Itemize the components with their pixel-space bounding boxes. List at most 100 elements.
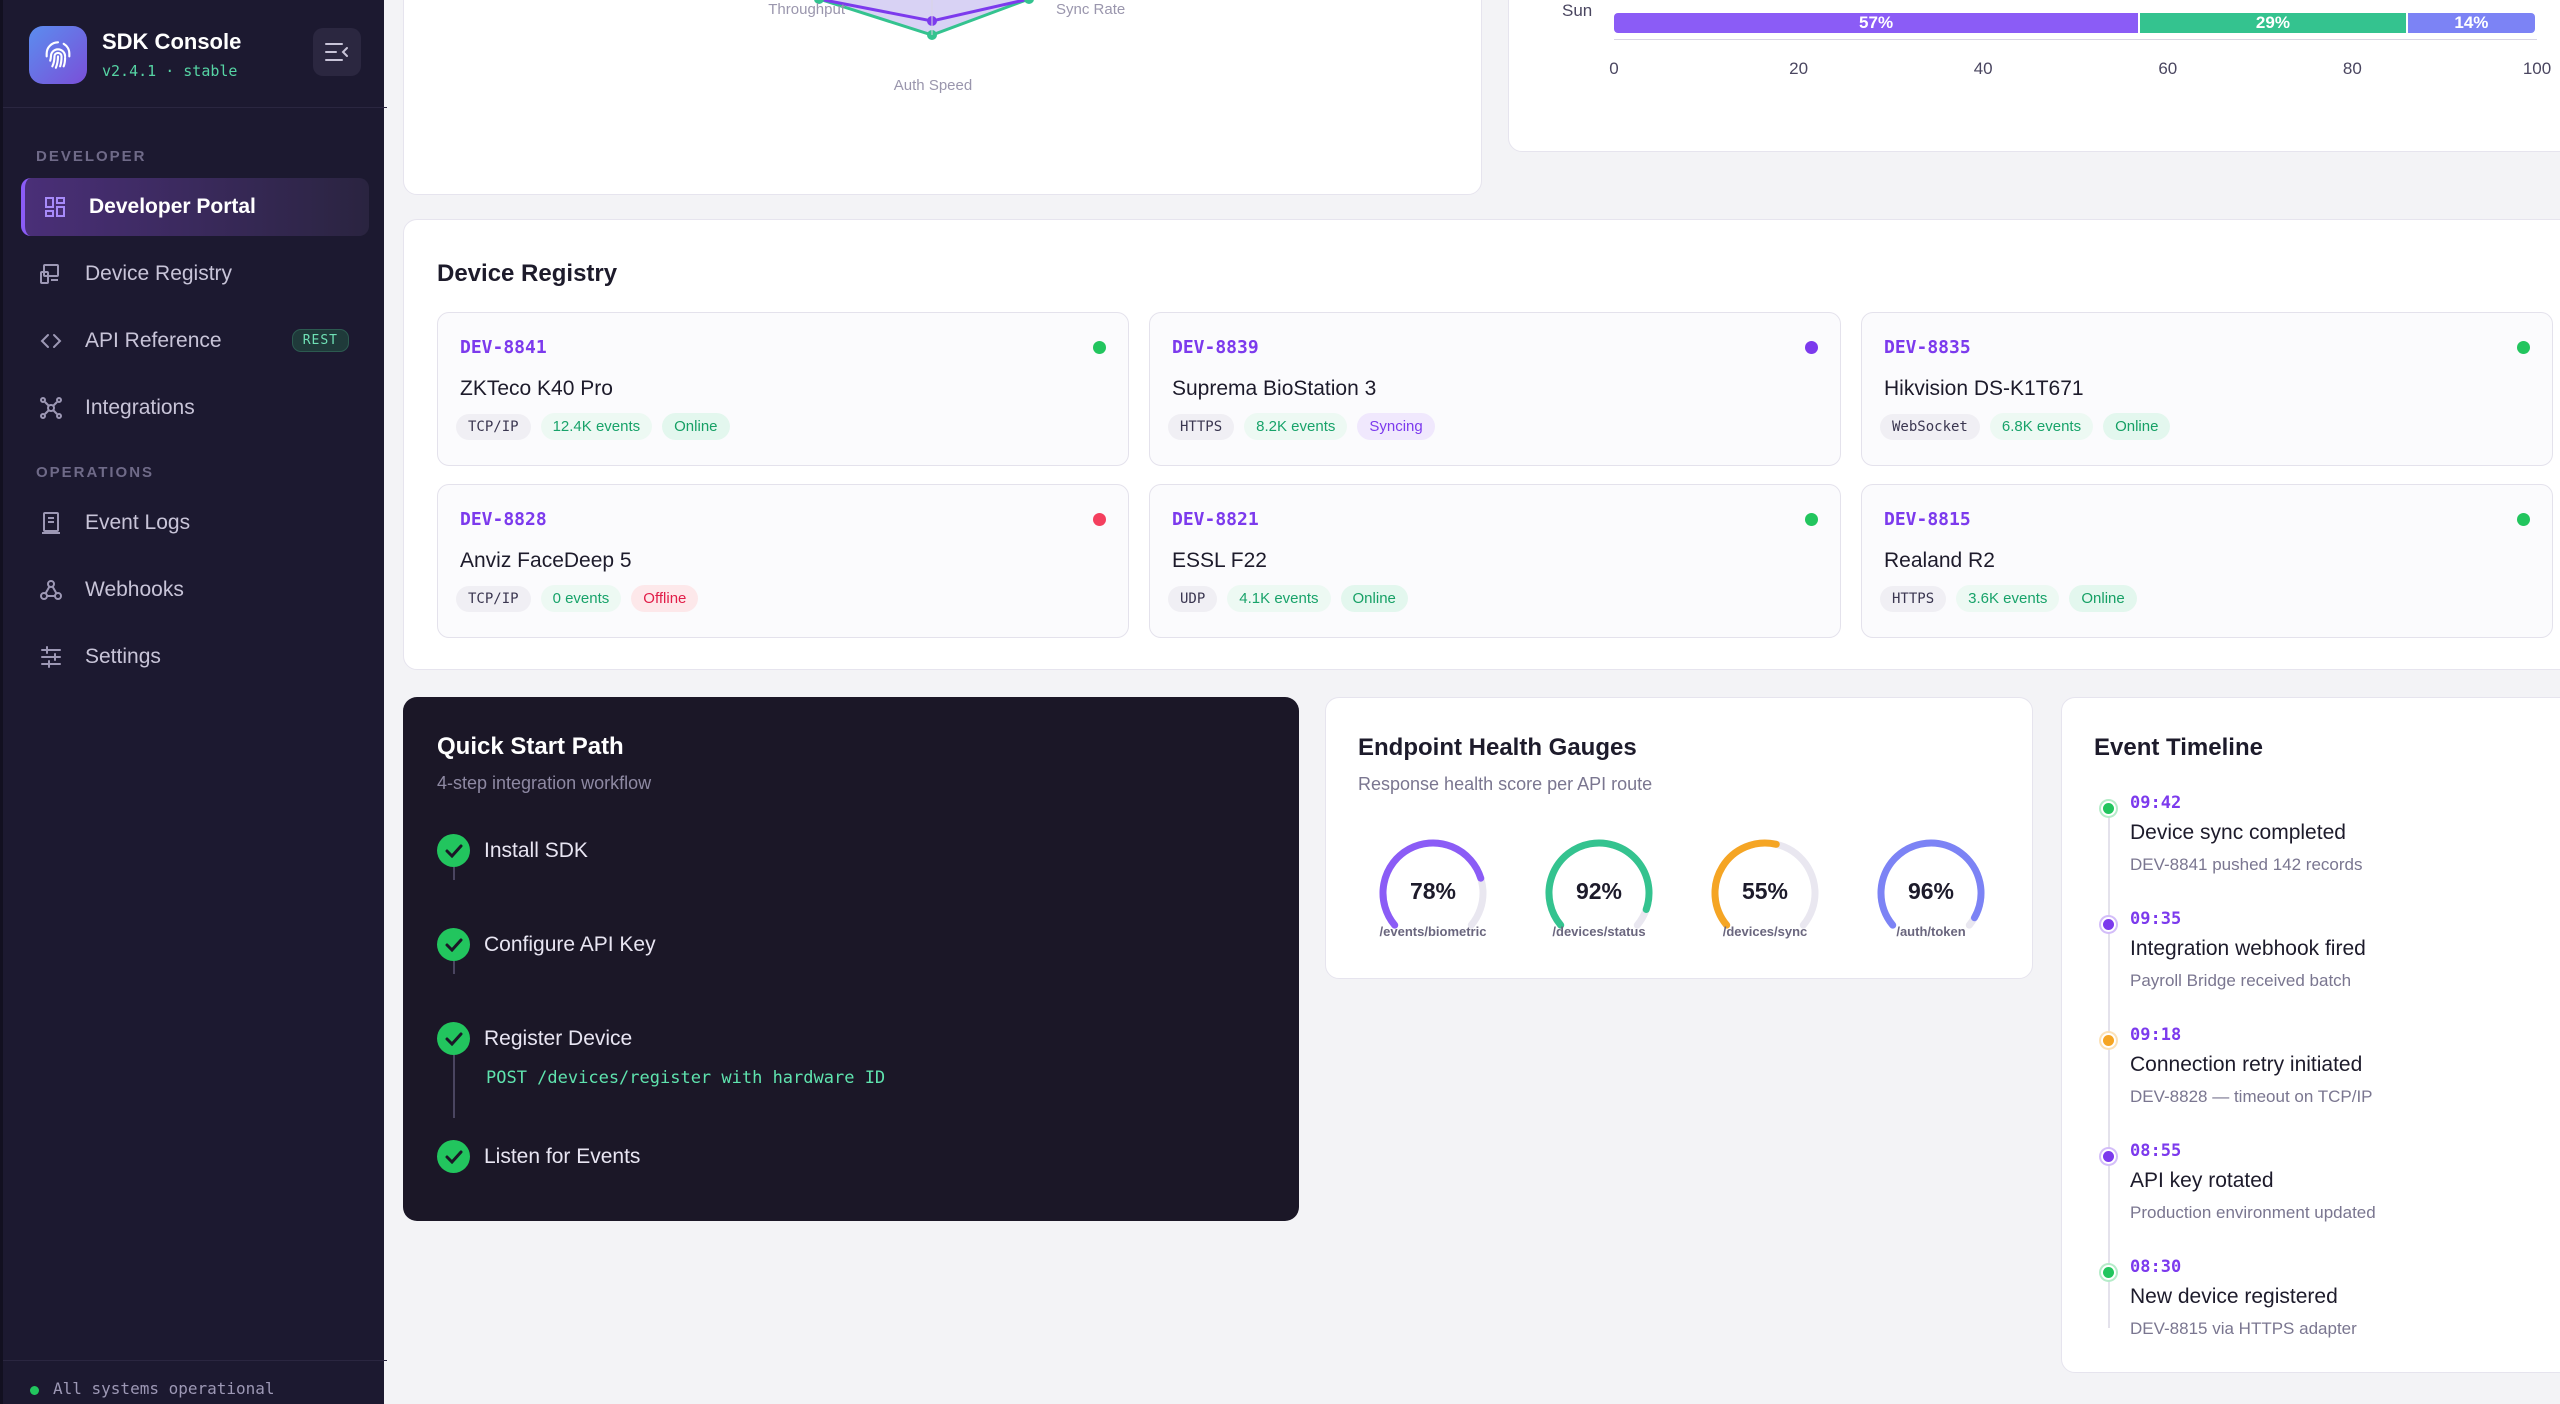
sidebar-item-label: Webhooks bbox=[85, 578, 184, 601]
quick-start-step[interactable]: Install SDK bbox=[437, 834, 588, 867]
gauge-value: 55% bbox=[1741, 878, 1789, 904]
event-description: DEV-8841 pushed 142 records bbox=[2130, 855, 2363, 874]
sidebar-item-integrations[interactable]: Integrations bbox=[21, 379, 369, 437]
device-status-dot bbox=[1093, 341, 1106, 354]
timeline-dot-icon bbox=[2099, 1147, 2118, 1166]
event-time: 08:55 bbox=[2130, 1141, 2182, 1161]
endpoint-health-card: Endpoint Health Gauges Response health s… bbox=[1325, 697, 2033, 979]
endpoint-gauge[interactable]: 78% /events/biometric bbox=[1368, 833, 1498, 943]
device-name: ESSL F22 bbox=[1172, 549, 1267, 572]
device-name: Hikvision DS-K1T671 bbox=[1884, 377, 2084, 400]
device-id: DEV-8821 bbox=[1172, 509, 1259, 530]
gauge-value: 78% bbox=[1409, 878, 1457, 904]
status-badge: Online bbox=[1340, 585, 1408, 612]
sidebar-item-settings[interactable]: Settings bbox=[21, 628, 369, 686]
quick-start-card: Quick Start Path 4-step integration work… bbox=[403, 697, 1299, 1221]
check-icon bbox=[437, 1140, 470, 1173]
sidebar-item-api-reference[interactable]: API Reference REST bbox=[21, 312, 369, 370]
timeline-dot-icon bbox=[2099, 799, 2118, 818]
protocol-tag: WebSocket bbox=[1880, 413, 1980, 440]
dashboard-icon bbox=[45, 197, 65, 217]
collapse-sidebar-button[interactable] bbox=[313, 28, 361, 76]
device-card[interactable]: DEV-8835 Hikvision DS-K1T671 WebSocket 6.8K… bbox=[1861, 312, 2553, 466]
x-tick-label: 0 bbox=[1609, 59, 1619, 78]
device-card[interactable]: DEV-8821 ESSL F22 UDP 4.1K events Online bbox=[1149, 484, 1841, 638]
event-description: Production environment updated bbox=[2130, 1203, 2376, 1222]
device-tags: UDP 4.1K events Online bbox=[1168, 585, 1408, 612]
status-badge: Online bbox=[662, 413, 730, 440]
device-status-dot bbox=[1093, 513, 1106, 526]
endpoint-health-subtitle: Response health score per API route bbox=[1358, 774, 1653, 794]
quick-start-step[interactable]: Register Device bbox=[437, 1022, 632, 1055]
event-description: DEV-8828 — timeout on TCP/IP bbox=[2130, 1087, 2373, 1106]
x-tick-label: 100 bbox=[2522, 59, 2552, 78]
sidebar-item-label: Settings bbox=[85, 645, 161, 668]
protocol-tag: UDP bbox=[1168, 585, 1218, 612]
device-tags: WebSocket 6.8K events Online bbox=[1880, 413, 2171, 440]
device-card[interactable]: DEV-8815 Realand R2 HTTPS 3.6K events Online bbox=[1861, 484, 2553, 638]
system-status-text: All systems operational bbox=[53, 1379, 275, 1398]
event-time: 09:42 bbox=[2130, 793, 2182, 813]
device-card[interactable]: DEV-8839 Suprema BioStation 3 HTTPS 8.2K ev… bbox=[1149, 312, 1841, 466]
device-id: DEV-8839 bbox=[1172, 337, 1259, 358]
quick-start-subtitle: 4-step integration workflow bbox=[437, 773, 652, 793]
device-status-dot bbox=[1805, 513, 1818, 526]
endpoint-gauge[interactable]: 96% /auth/token bbox=[1866, 833, 1996, 943]
x-axis-line bbox=[1614, 39, 2537, 40]
x-tick-label: 20 bbox=[1789, 59, 1809, 78]
radar-chart bbox=[814, 0, 1034, 40]
endpoint-gauge[interactable]: 55% /devices/sync bbox=[1700, 833, 1830, 943]
event-title: Integration webhook fired bbox=[2130, 937, 2366, 960]
device-card[interactable]: DEV-8828 Anviz FaceDeep 5 TCP/IP 0 events Of… bbox=[437, 484, 1129, 638]
device-registry-card: Device Registry DEV-8841 ZKTeco K40 Pro TC… bbox=[403, 219, 2560, 670]
gauge-route: /auth/token bbox=[1896, 924, 1966, 939]
device-card[interactable]: DEV-8841 ZKTeco K40 Pro TCP/IP 12.4K events… bbox=[437, 312, 1129, 466]
sidebar-item-label: API Reference bbox=[85, 329, 222, 352]
bar-segment: 14% bbox=[2407, 13, 2535, 33]
device-name: ZKTeco K40 Pro bbox=[460, 377, 613, 400]
event-description: Payroll Bridge received batch bbox=[2130, 971, 2352, 990]
status-badge: Online bbox=[2069, 585, 2137, 612]
device-status-dot bbox=[2517, 513, 2530, 526]
gauge-route: /devices/sync bbox=[1722, 924, 1808, 939]
radar-axis-label: Sync Rate bbox=[1056, 1, 1126, 18]
device-name: Realand R2 bbox=[1884, 549, 1995, 572]
gauge-route: /events/biometric bbox=[1379, 924, 1487, 939]
device-tags: TCP/IP 12.4K events Online bbox=[456, 413, 730, 440]
device-id: DEV-8841 bbox=[460, 337, 547, 358]
radar-axis-label: Throughput bbox=[768, 1, 845, 18]
sidebar-item-label: Device Registry bbox=[85, 262, 233, 285]
sidebar-item-event-logs[interactable]: Event Logs bbox=[21, 494, 369, 552]
endpoint-gauge[interactable]: 92% /devices/status bbox=[1534, 833, 1664, 943]
register-code-snippet: POST /devices/register with hardware ID bbox=[486, 1068, 886, 1088]
device-id: DEV-8835 bbox=[1884, 337, 1971, 358]
x-tick-label: 60 bbox=[2158, 59, 2178, 78]
brand-header: SDK Console v2.4.1 · stable bbox=[3, 0, 387, 108]
quick-start-step[interactable]: Listen for Events bbox=[437, 1140, 640, 1173]
check-icon bbox=[437, 1022, 470, 1055]
sidebar-item-developer-portal[interactable]: Developer Portal bbox=[21, 178, 369, 236]
weekly-distribution-card: Sun 57% 29% 14% 0 20 40 60 80 100 bbox=[1508, 0, 2560, 152]
log-icon bbox=[42, 512, 60, 534]
quick-start-step[interactable]: Configure API Key bbox=[437, 928, 656, 961]
rest-badge: REST bbox=[291, 329, 349, 352]
integrations-icon bbox=[40, 397, 62, 419]
section-label-developer: DEVELOPER bbox=[36, 148, 147, 165]
fingerprint-icon bbox=[29, 26, 87, 84]
device-status-dot bbox=[2517, 341, 2530, 354]
section-label-operations: OPERATIONS bbox=[36, 464, 155, 481]
category-label: Sun bbox=[1562, 1, 1593, 20]
event-title: API key rotated bbox=[2130, 1169, 2274, 1192]
sidebar-item-device-registry[interactable]: Device Registry bbox=[21, 245, 369, 303]
protocol-tag: HTTPS bbox=[1880, 585, 1947, 612]
devices-icon bbox=[40, 264, 59, 284]
device-tags: HTTPS 8.2K events Syncing bbox=[1168, 413, 1435, 440]
status-badge: Online bbox=[2103, 413, 2171, 440]
collapse-menu-icon bbox=[325, 43, 348, 61]
sidebar-item-webhooks[interactable]: Webhooks bbox=[21, 561, 369, 619]
radar-chart-card: Throughput Sync Rate Auth Speed bbox=[403, 0, 1482, 195]
event-time: 08:30 bbox=[2130, 1257, 2182, 1277]
protocol-tag: TCP/IP bbox=[456, 585, 531, 612]
sidebar-item-label: Event Logs bbox=[85, 511, 191, 534]
events-tag: 0 events bbox=[540, 585, 622, 612]
